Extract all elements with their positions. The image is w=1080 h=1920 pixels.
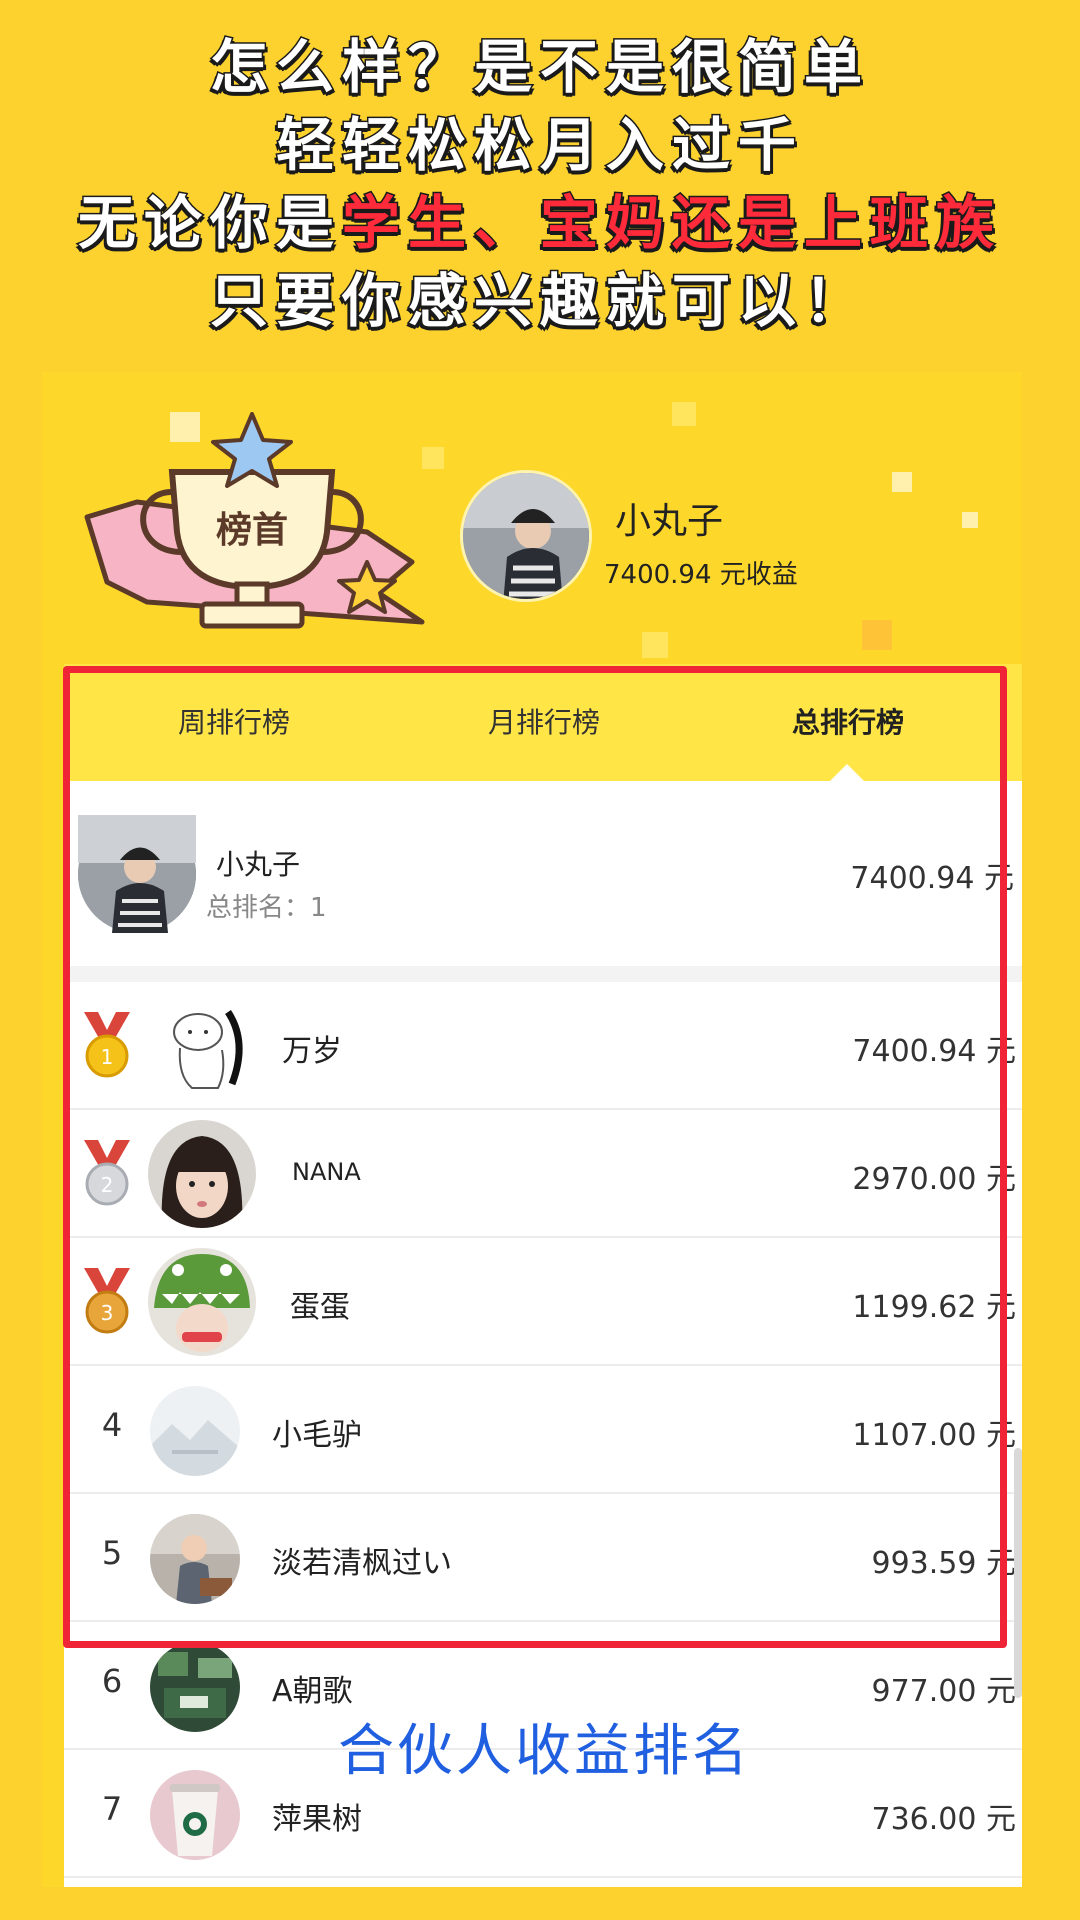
confetti	[892, 472, 912, 492]
confetti	[862, 620, 892, 650]
user-name: A朝歌	[272, 1674, 353, 1709]
active-tab-indicator	[830, 764, 864, 781]
leaderboard-row[interactable]: 4 小毛驴 1107.00 元	[64, 1366, 1022, 1494]
headline-line-3-prefix: 无论你是	[76, 188, 342, 259]
headline-line-2: 轻轻松松月入过千	[274, 110, 804, 181]
leaderboard-screen: 榜首 小丸子 7400.94 元收益 周排行榜 月排行榜 总排行榜 小丸子 总排…	[42, 372, 1022, 1887]
top-user-earnings: 7400.94 元收益	[604, 560, 798, 590]
my-name: 小丸子	[216, 848, 301, 881]
trophy-label: 榜首	[216, 510, 288, 551]
my-rank-row[interactable]: 小丸子 总排名：1 7400.94 元	[64, 781, 1022, 966]
user-name: 萍果树	[272, 1802, 362, 1837]
green-artwork-icon	[150, 1642, 240, 1732]
user-avatar	[150, 1642, 240, 1732]
person-photo-icon	[78, 815, 196, 933]
headline-line-1: 怎么样？是不是很简单	[208, 32, 870, 103]
headline-line-3-highlight: 学生、宝妈还是上班族	[340, 188, 1003, 259]
user-avatar	[150, 1770, 240, 1860]
confetti	[642, 632, 668, 658]
ranking-card: 周排行榜 月排行榜 总排行榜 小丸子 总排名：1 7400.94 元 1 万岁 …	[64, 664, 1022, 1887]
user-name: 万岁	[282, 1034, 342, 1069]
person-photo-icon	[463, 473, 589, 599]
user-avatar	[148, 992, 256, 1100]
user-amount: 1107.00 元	[852, 1418, 1016, 1453]
ranking-caption: 合伙人收益排名	[338, 1719, 751, 1784]
landscape-photo-icon	[150, 1386, 240, 1476]
silver-medal-icon: 2	[84, 1140, 130, 1206]
tab-weekly[interactable]: 周排行榜	[84, 664, 384, 781]
headline-line-3: 无论你是学生、宝妈还是上班族	[0, 184, 1080, 262]
leaderboard-row[interactable]: 1 万岁 7400.94 元	[64, 982, 1022, 1110]
child-photo-icon	[150, 1514, 240, 1604]
top-user-name: 小丸子	[615, 501, 724, 542]
headline-line-4: 只要你感兴趣就可以！	[208, 266, 870, 337]
rank-number: 5	[101, 1534, 123, 1572]
coffee-cup-photo-icon	[150, 1770, 240, 1860]
user-name: 小毛驴	[272, 1418, 362, 1453]
top-user-avatar[interactable]	[460, 470, 592, 602]
ranking-tabs: 周排行榜 月排行榜 总排行榜	[64, 664, 1022, 781]
user-amount: 993.59 元	[871, 1546, 1016, 1581]
my-avatar	[78, 815, 196, 933]
user-avatar	[150, 1514, 240, 1604]
confetti	[672, 402, 696, 426]
my-total-rank: 总排名：1	[206, 893, 327, 923]
rank-number: 6	[101, 1662, 123, 1700]
user-amount: 736.00 元	[871, 1802, 1016, 1837]
gold-medal-icon: 1	[84, 1012, 130, 1078]
svg-text:2: 2	[101, 1173, 114, 1197]
rank-number: 4	[101, 1406, 123, 1444]
promo-headline: 怎么样？是不是很简单 轻轻松松月入过千 无论你是学生、宝妈还是上班族 只要你感兴…	[0, 28, 1080, 340]
tab-monthly[interactable]: 月排行榜	[394, 664, 694, 781]
section-divider	[64, 966, 1022, 982]
leaderboard-row[interactable]: 2 NANA 2970.00 元	[64, 1110, 1022, 1238]
girl-photo-icon	[148, 1120, 256, 1228]
svg-text:3: 3	[101, 1301, 114, 1325]
scrollbar[interactable]	[1014, 1448, 1022, 1698]
bronze-medal-icon: 3	[84, 1268, 130, 1334]
user-amount: 977.00 元	[871, 1674, 1016, 1709]
user-avatar	[148, 1120, 256, 1228]
dinosaur-hat-photo-icon	[148, 1248, 256, 1356]
user-amount: 1199.62 元	[852, 1290, 1016, 1325]
trophy-icon: 榜首	[84, 412, 425, 629]
user-name: NANA	[292, 1158, 361, 1186]
user-name: 蛋蛋	[290, 1290, 350, 1325]
user-name: 淡若清枫过い	[272, 1546, 452, 1581]
user-avatar	[148, 1248, 256, 1356]
leaderboard-row[interactable]: 3 蛋蛋 1199.62 元	[64, 1238, 1022, 1366]
svg-text:1: 1	[101, 1045, 114, 1069]
my-amount: 7400.94 元	[850, 861, 1014, 896]
user-amount: 2970.00 元	[852, 1162, 1016, 1197]
leaderboard-row[interactable]: 5 淡若清枫过い 993.59 元	[64, 1494, 1022, 1622]
user-amount: 7400.94 元	[852, 1034, 1016, 1069]
rank-number: 7	[101, 1790, 123, 1828]
user-avatar	[150, 1386, 240, 1476]
confetti	[962, 512, 978, 528]
cat-sketch-icon	[148, 992, 256, 1100]
